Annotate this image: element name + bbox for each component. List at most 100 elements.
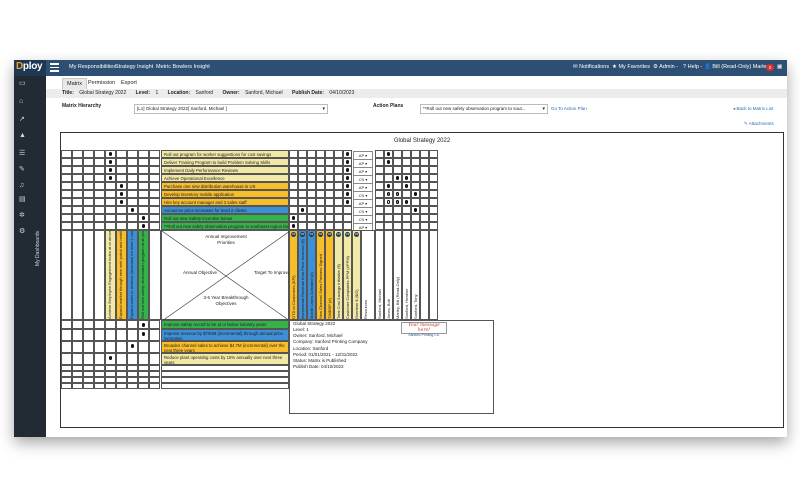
grid-cell (83, 353, 94, 365)
kpi-owner-badge: CS (291, 232, 296, 237)
user-menu[interactable]: 👤 Bill (Read-Only) Marley (704, 64, 769, 70)
admin-menu[interactable]: ⚙ Admin - (653, 64, 678, 70)
favorites-link[interactable]: ★ My Favorites (612, 64, 650, 70)
grid-cell (72, 198, 83, 206)
menu-icon[interactable] (50, 63, 59, 72)
nav-metric-bowlers-insight[interactable]: Metric Bowlers Insight (156, 64, 210, 70)
objective-row[interactable]: Improve safety record to be at or below … (161, 320, 289, 329)
matrix-hierarchy-select[interactable]: [L1] Global Strategy 2022[ Sanford, Mich… (134, 104, 328, 114)
grid-cell (307, 174, 316, 182)
strategy-row[interactable]: Implement Daily Performance Reviews (161, 166, 289, 174)
grid-cell (307, 166, 316, 174)
grid-cell (83, 383, 94, 389)
grid-cell (289, 150, 298, 158)
strategy-row[interactable]: Deliver Training Program to build Proble… (161, 158, 289, 166)
notifications-link[interactable]: ✉ Notifications (573, 64, 609, 70)
chart-line-icon[interactable]: ↗ (19, 116, 28, 123)
stamp-company: Sanford Printing Co. (408, 333, 440, 337)
grid-cell (116, 341, 127, 353)
grid-cell (138, 166, 149, 174)
chart-area-icon[interactable]: ▲ (19, 132, 28, 139)
correlation-dot (141, 323, 145, 327)
nav-my-responsibilities[interactable]: My Responsibilities (69, 64, 116, 70)
grid-cell (402, 190, 411, 198)
grid-cell (420, 214, 429, 222)
action-plans-select[interactable]: **Roll out new safety observation progra… (420, 104, 548, 114)
back-to-matrix-list-link[interactable]: ◂ Back to Matrix List (733, 106, 773, 112)
tactic-column[interactable]: Achieve Employee Engagement Index at or … (105, 230, 116, 320)
grid-cell (393, 166, 402, 174)
help-menu[interactable]: ? Help - (683, 64, 702, 70)
grid-cell (298, 190, 307, 198)
grid-cell (72, 329, 83, 341)
bell-icon[interactable]: ♫ (19, 182, 28, 189)
sidebar-dashboards-label[interactable]: My Dashboards (35, 231, 41, 266)
grid-cell (105, 383, 116, 389)
strategy-row[interactable]: **Roll out new safety observation progra… (161, 222, 289, 230)
tactic-column[interactable]: Expand sales to achieve (increase) for l… (127, 230, 138, 320)
grid-cell (316, 190, 325, 198)
grid-cell (116, 383, 127, 389)
nav-strategy-insight[interactable]: Strategy Insight (115, 64, 153, 70)
home-icon[interactable]: ⌂ (19, 98, 28, 105)
dploy-logo[interactable]: Dploy (14, 60, 46, 76)
grid-cell (429, 158, 438, 166)
grid-cell (94, 174, 105, 182)
grid-cell (384, 222, 393, 230)
kpi-column[interactable]: New Channel Sales Partners Signed (316, 230, 325, 320)
tactic-column[interactable]: Roll out new safety observation program … (138, 230, 149, 320)
strategy-row[interactable]: Announce price increases for level 2 cli… (161, 206, 289, 214)
grid-cell (429, 150, 438, 158)
objective-row[interactable]: Broaden channel sales to achieve $4.7M (… (161, 341, 289, 353)
tab-export[interactable]: Export (117, 78, 141, 88)
grid-icon[interactable]: ▦ (777, 64, 782, 70)
strategy-row[interactable]: Purchase one new distribution warehouse … (161, 182, 289, 190)
grid-cell (116, 353, 127, 365)
grid-cell (149, 182, 160, 190)
grid-cell (298, 198, 307, 206)
monitor-icon[interactable]: ▭ (19, 80, 28, 87)
grid-cell (94, 214, 105, 222)
grid-cell (105, 341, 116, 353)
kpi-column[interactable]: Incremental Revenue from Price Increase … (298, 230, 307, 320)
kpi-column[interactable]: OTD to Customers (KPI) (289, 230, 298, 320)
cogs-icon[interactable]: ⚙ (19, 228, 28, 235)
grid-cell (289, 158, 298, 166)
go-to-action-plan-link[interactable]: Go To Action Plan (551, 106, 587, 111)
strategy-row[interactable]: Hire key account manager and 3 sales sta… (161, 198, 289, 206)
grid-cell (61, 222, 72, 230)
kpi-column[interactable]: Total Cost Savings Initiative ($) (334, 230, 343, 320)
kpi-column[interactable]: Customer Complaints PPM (#PPM) (343, 230, 352, 320)
strategy-row[interactable]: Develop inventory mobile application (161, 190, 289, 198)
strategy-row[interactable]: Roll out new Safety Incentive bonus (161, 214, 289, 222)
edit-icon[interactable]: ✎ (19, 166, 28, 173)
kpi-column[interactable]: TIMBSP (#) (325, 230, 334, 320)
grid-cell (61, 320, 72, 329)
grid-cell (289, 182, 298, 190)
grid-cell (420, 206, 429, 214)
settings-icon[interactable]: ✲ (19, 212, 28, 219)
grid-cell (61, 383, 72, 389)
resource-marker (404, 176, 409, 180)
grid-cell (83, 222, 94, 230)
grid-cell (72, 341, 83, 353)
correlation-dot (345, 176, 350, 180)
grid-cell (72, 166, 83, 174)
grid-cell (61, 190, 72, 198)
objective-row[interactable]: Reduce plant operating costs by 15% annu… (161, 353, 289, 365)
kpi-column[interactable]: Overtime $ ($/D) (352, 230, 361, 320)
grid-cell (61, 166, 72, 174)
folder-icon[interactable]: ▤ (19, 196, 28, 203)
grid-cell (138, 182, 149, 190)
grid-cell (116, 320, 127, 329)
list-icon[interactable]: ☰ (19, 150, 28, 157)
grid-cell (127, 174, 138, 182)
tab-permission[interactable]: Permission (84, 78, 119, 88)
strategy-row[interactable]: Roll out program for worker suggestions … (161, 150, 289, 158)
kpi-column[interactable]: Mobile Users Activated (#) (307, 230, 316, 320)
tactic-column[interactable]: Expand market through new web portal and… (116, 230, 127, 320)
attachments-link[interactable]: ✎ Attachments (744, 121, 774, 127)
objective-row[interactable]: Improve revenue by $750M (incremental) t… (161, 329, 289, 341)
grid-cell (420, 166, 429, 174)
strategy-row[interactable]: Achieve Operational Excellence (161, 174, 289, 182)
